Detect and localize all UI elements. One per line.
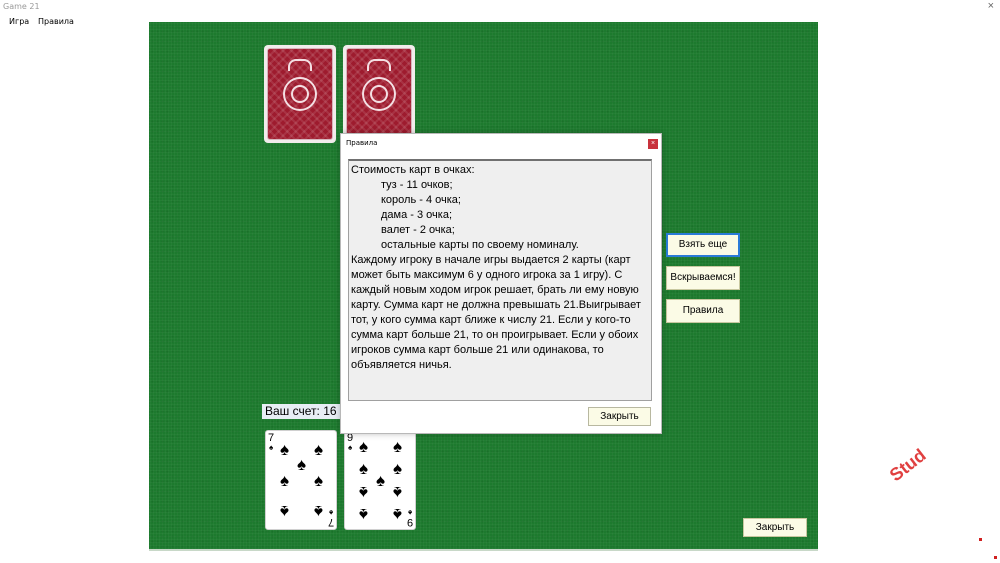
spade-icon: ♠ <box>358 483 369 502</box>
player-card-seven-spades: 7 ♠ ♠ ♠ ♠ ♠ ♠ ♠ ♠ 7 ♠ <box>265 430 337 530</box>
card-corner: 7 ♠ <box>327 508 334 528</box>
spade-icon: ♠ <box>392 505 403 524</box>
watermark-logo: Stud <box>885 444 930 486</box>
menu-game[interactable]: Игра <box>9 17 29 26</box>
menu-rules[interactable]: Правила <box>38 17 74 26</box>
crown-icon <box>367 59 391 71</box>
rules-line-others: остальные карты по своему номиналу. <box>381 239 579 251</box>
card-corner: 7 ♠ <box>268 432 275 452</box>
dealer-card-2 <box>343 45 415 143</box>
title-bar: Game 21 × <box>0 0 1000 14</box>
rules-button[interactable]: Правила <box>666 299 740 323</box>
rules-line-queen: дама - 3 очка; <box>381 209 453 221</box>
spade-icon: ♠ <box>296 455 307 474</box>
rules-line-ace: туз - 11 очков; <box>381 179 453 191</box>
spade-icon: ♠ <box>279 471 290 490</box>
rules-paragraph: Каждому игроку в начале игры выдается 2 … <box>351 254 641 371</box>
spade-icon: ♠ <box>358 505 369 524</box>
spade-icon: ♠ <box>358 459 369 478</box>
app-title: Game 21 <box>3 2 40 11</box>
watermark-dot <box>994 556 997 559</box>
dialog-close-button[interactable]: Закрыть <box>588 407 651 426</box>
rules-line-king: король - 4 очка; <box>381 194 461 206</box>
dealer-card-1 <box>264 45 336 143</box>
crown-icon <box>288 59 312 71</box>
dialog-close-icon[interactable]: × <box>648 139 658 149</box>
spade-icon: ♠ <box>392 483 403 502</box>
spade-icon: ♠ <box>392 459 403 478</box>
close-game-button[interactable]: Закрыть <box>743 518 807 537</box>
score-label: Ваш счет: 16 <box>262 404 340 419</box>
spade-icon: ♠ <box>392 437 403 456</box>
watermark-dot <box>979 538 982 541</box>
spade-icon: ♠ <box>313 471 324 490</box>
spade-icon: ♠ <box>313 440 324 459</box>
window-close-icon[interactable]: × <box>988 0 994 12</box>
spade-icon: ♠ <box>279 440 290 459</box>
spade-icon: ♠ <box>313 502 324 521</box>
rules-heading: Стоимость карт в очках: <box>351 164 475 176</box>
spade-icon: ♠ <box>358 437 369 456</box>
take-card-button[interactable]: Взять еще <box>666 233 740 257</box>
card-corner: 9 ♠ <box>347 432 354 452</box>
spade-icon: ♠ <box>375 471 386 490</box>
rules-line-jack: валет - 2 очка; <box>381 224 455 236</box>
card-corner: 9 ♠ <box>406 508 413 528</box>
spade-icon: ♠ <box>279 502 290 521</box>
player-card-nine-spades: 9 ♠ ♠ ♠ ♠ ♠ ♠ ♠ ♠ ♠ ♠ 9 ♠ <box>344 430 416 530</box>
rules-dialog: Правила × Стоимость карт в очках: туз - … <box>340 133 662 434</box>
dialog-title: Правила <box>346 139 378 147</box>
rules-text-box[interactable]: Стоимость карт в очках: туз - 11 очков; … <box>348 159 652 401</box>
reveal-button[interactable]: Вскрываемся! <box>666 266 740 290</box>
